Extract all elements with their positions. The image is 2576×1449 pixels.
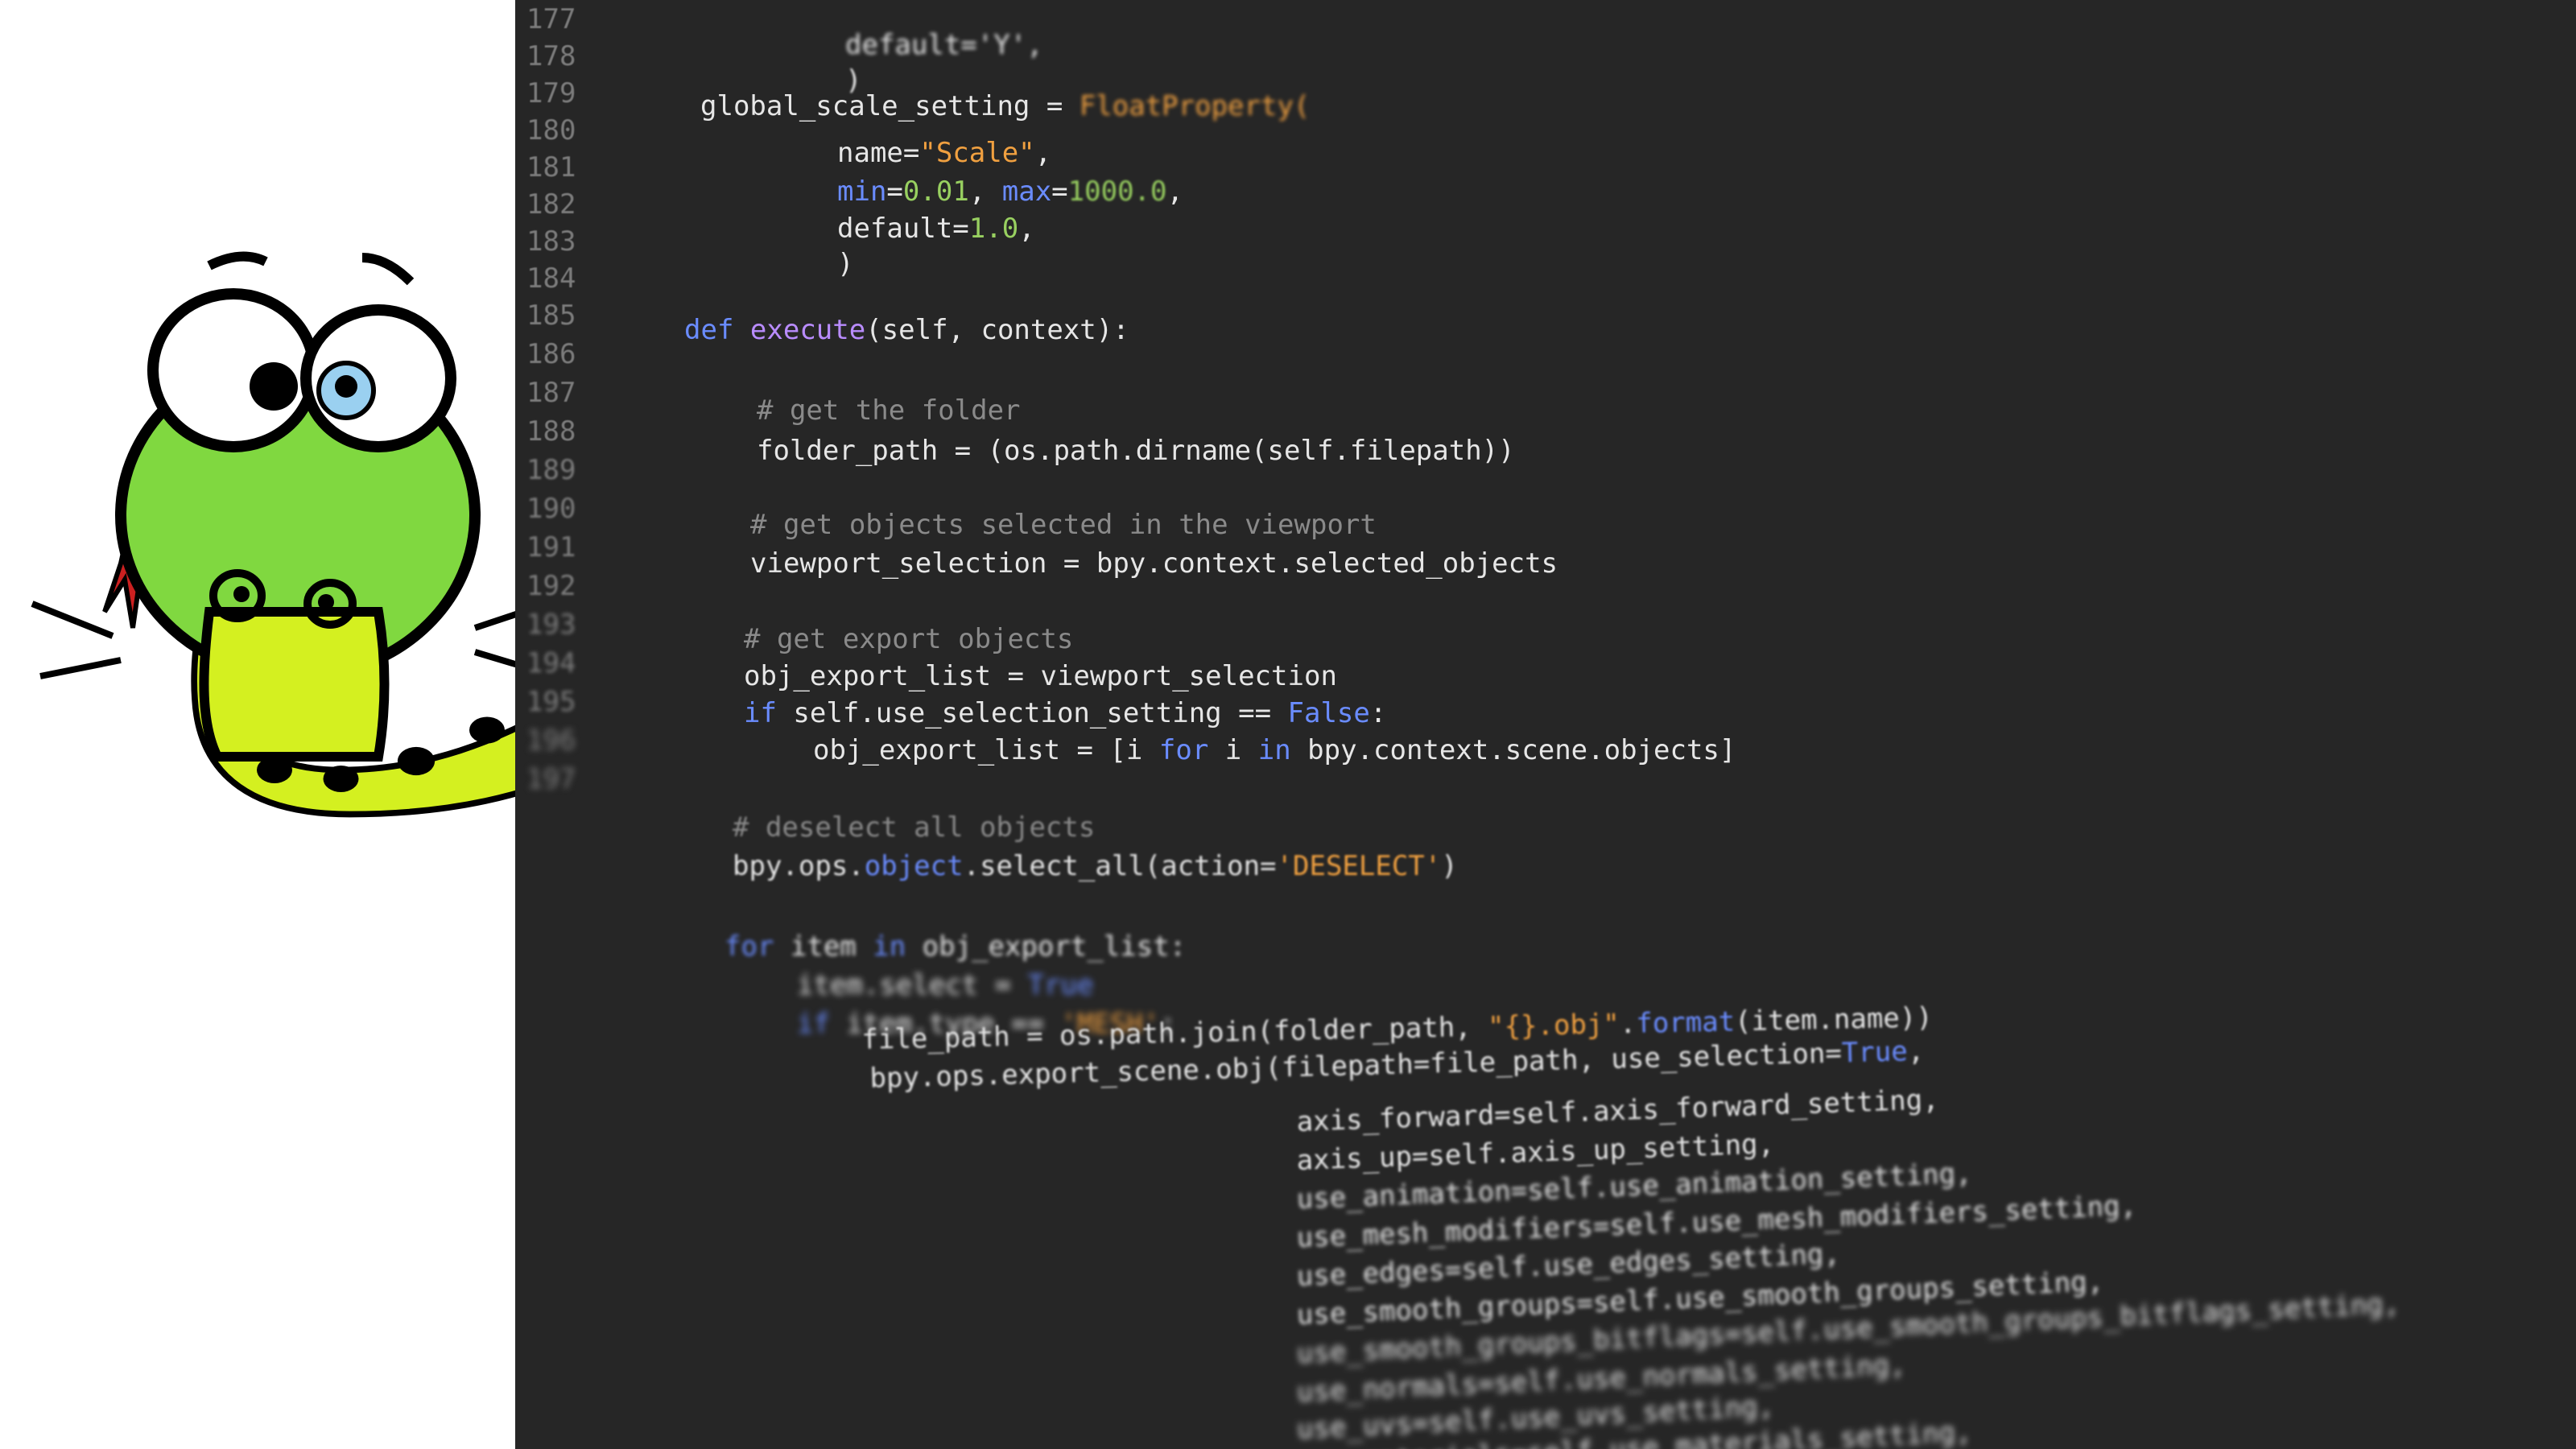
mascot-panel [0, 0, 580, 1449]
code-line: def execute(self, context): [684, 314, 1129, 346]
code-line: global_scale_setting = FloatProperty( [700, 90, 1311, 122]
code-line: ) [837, 248, 854, 280]
code-line: obj_export_list = viewport_selection [744, 660, 1337, 692]
code-line: obj_export_list = [i for i in bpy.contex… [813, 734, 1736, 766]
code-line: min=0.01, max=1000.0, [837, 175, 1183, 208]
code-line: default='Y', [845, 29, 1043, 61]
snake-mascot-icon [31, 251, 580, 818]
code-line: default=1.0, [837, 213, 1035, 245]
code-comment: # get the folder [757, 394, 1021, 427]
code-line: name="Scale", [837, 137, 1052, 169]
code-comment: # get objects selected in the viewport [750, 509, 1377, 541]
code-line: viewport_selection = bpy.context.selecte… [750, 547, 1558, 580]
code-line: bpy.ops.object.select_all(action='DESELE… [733, 850, 1458, 882]
code-line: folder_path = (os.path.dirname(self.file… [757, 435, 1515, 467]
code-comment: # get export objects [744, 623, 1074, 655]
code-area[interactable]: default='Y', ) global_scale_setting = Fl… [515, 0, 2576, 1449]
code-line: for item in obj_export_list: [724, 931, 1187, 963]
code-comment: # deselect all objects [733, 811, 1096, 844]
code-line: axis_forward=self.axis_forward_setting, [1296, 1084, 1940, 1138]
code-line: item.select = True [797, 969, 1094, 1001]
code-line: if self.use_selection_setting == False: [744, 697, 1387, 729]
code-editor[interactable]: 177 178 179 180 181 182 183 184 185 186 … [515, 0, 2576, 1449]
